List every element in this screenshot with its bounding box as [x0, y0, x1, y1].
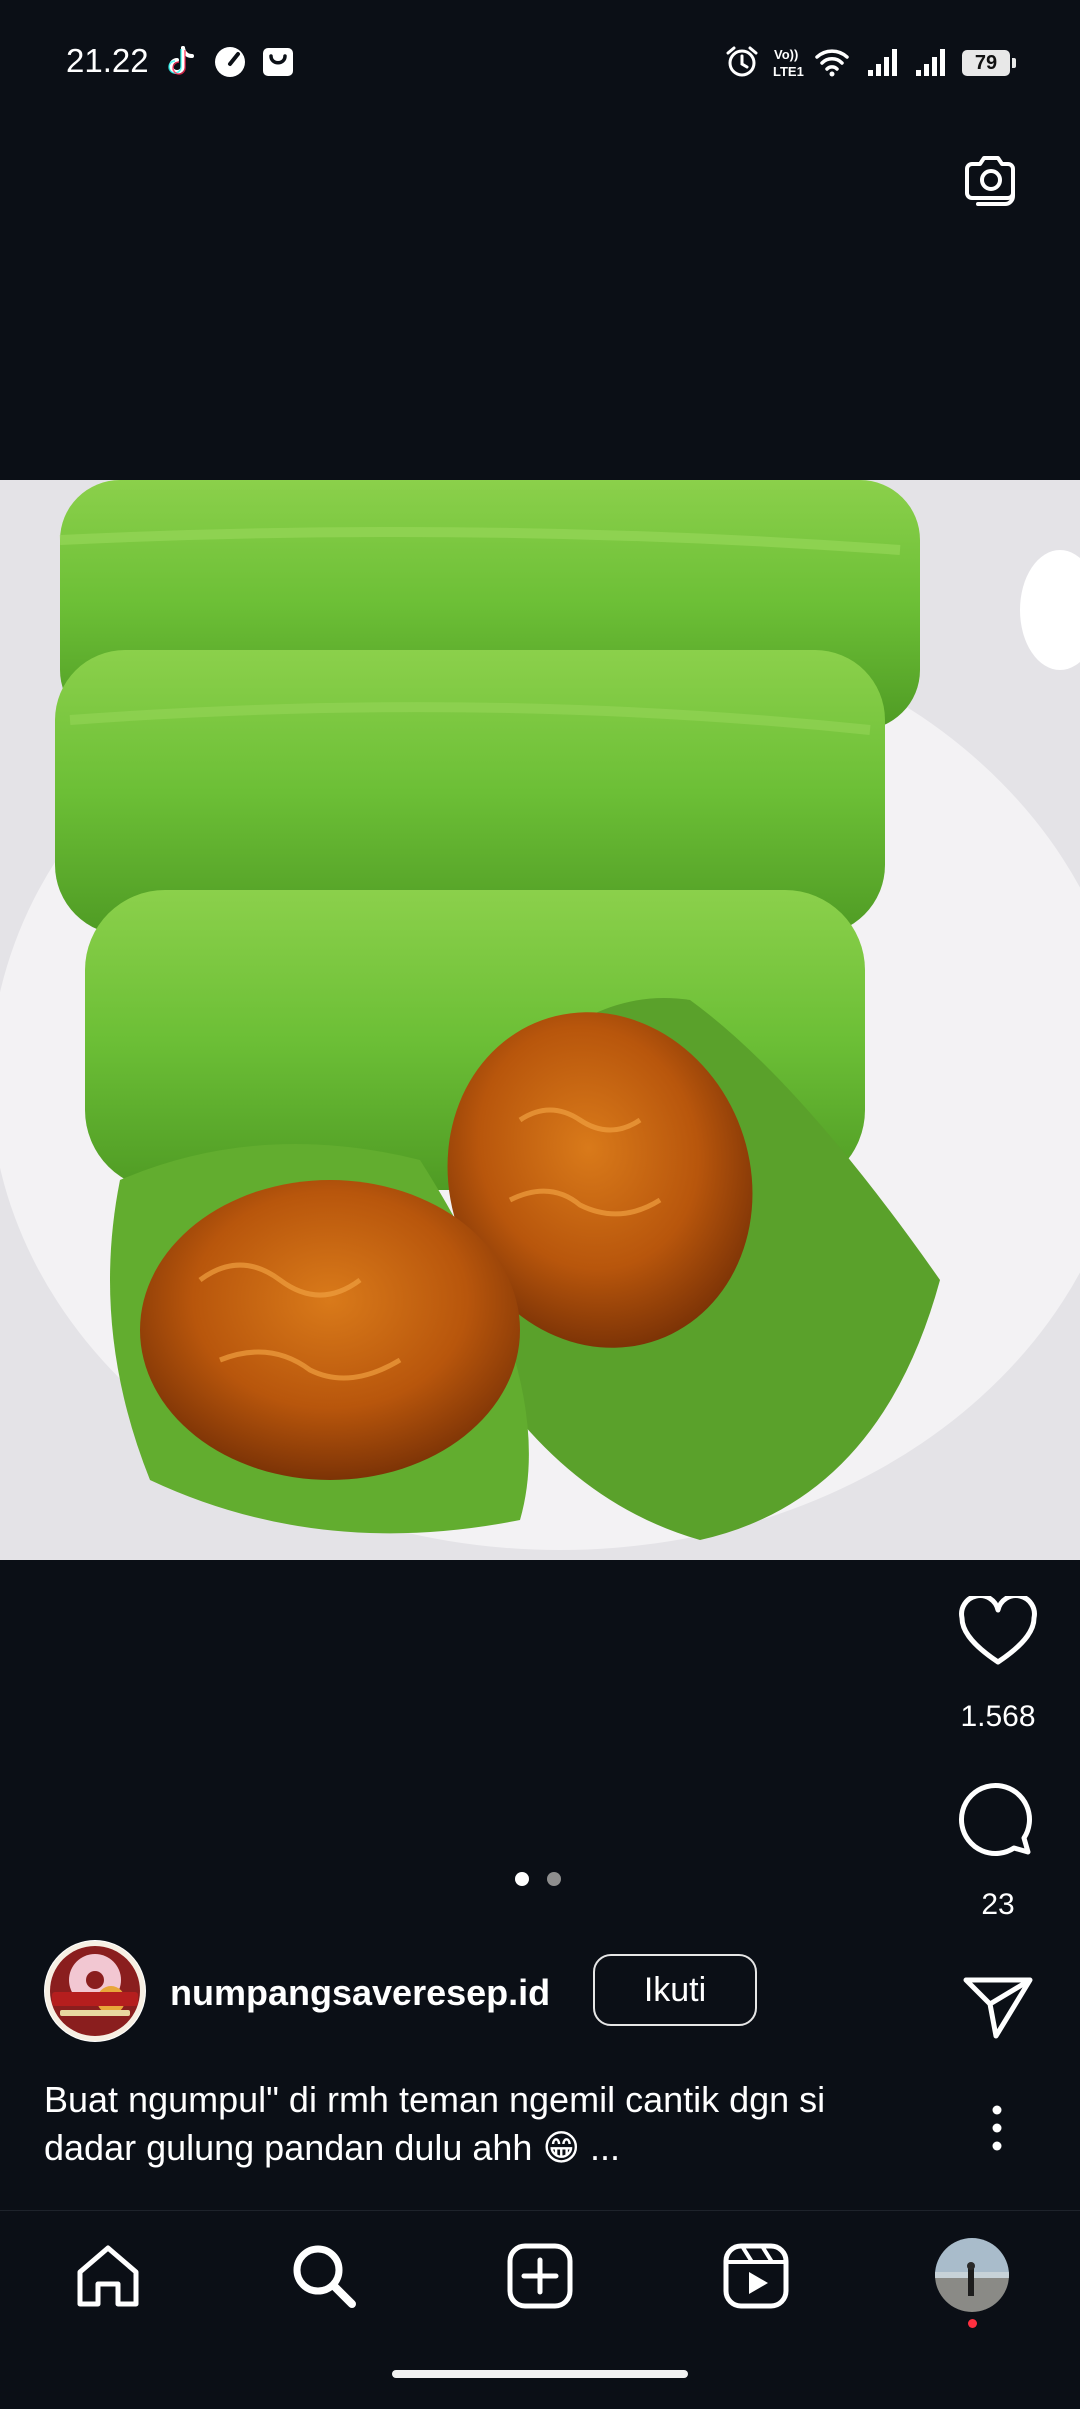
- shopping-bag-icon: [263, 48, 293, 76]
- home-icon[interactable]: [72, 2240, 144, 2312]
- carousel-dot-active: [515, 1872, 529, 1886]
- status-bar: 21.22 Vo)) LTE1 79: [0, 0, 1080, 100]
- follow-button[interactable]: Ikuti: [593, 1954, 757, 2026]
- carousel-dot: [547, 1872, 561, 1886]
- post-photo[interactable]: [0, 480, 1080, 1560]
- heart-icon[interactable]: [958, 1596, 1038, 1668]
- signal-icon: [868, 49, 897, 76]
- more-options-icon[interactable]: [985, 2104, 1009, 2152]
- comment-icon[interactable]: [958, 1782, 1034, 1858]
- svg-text:LTE1: LTE1: [773, 64, 804, 79]
- post-caption[interactable]: Buat ngumpul" di rmh teman ngemil cantik…: [44, 2076, 924, 2172]
- reels-icon[interactable]: [720, 2240, 792, 2312]
- battery-indicator: 79: [962, 50, 1016, 76]
- profile-photo: [935, 2238, 1009, 2312]
- food-photo: [0, 480, 1080, 1560]
- notification-dot: [968, 2319, 977, 2328]
- search-icon[interactable]: [288, 2240, 360, 2312]
- home-indicator[interactable]: [392, 2370, 688, 2378]
- status-time: 21.22: [66, 42, 149, 79]
- author-username[interactable]: numpangsaveresep.id: [170, 1972, 550, 2014]
- create-icon[interactable]: [504, 2240, 576, 2312]
- comment-count[interactable]: 23: [938, 1888, 1058, 1922]
- speedometer-icon: [215, 47, 245, 77]
- tiktok-icon: [168, 46, 194, 75]
- profile-avatar[interactable]: [935, 2238, 1009, 2312]
- alarm-icon: [726, 46, 758, 77]
- like-count[interactable]: 1.568: [938, 1700, 1058, 1734]
- volte-icon: Vo)) LTE1: [773, 47, 804, 79]
- author-avatar[interactable]: [44, 1940, 146, 2042]
- share-icon[interactable]: [962, 1974, 1034, 2040]
- svg-text:Vo)): Vo)): [774, 47, 798, 62]
- camera-icon[interactable]: [958, 146, 1024, 212]
- brand-logo: [45, 1941, 145, 2041]
- wifi-icon: [815, 49, 849, 77]
- signal-icon: [916, 49, 945, 76]
